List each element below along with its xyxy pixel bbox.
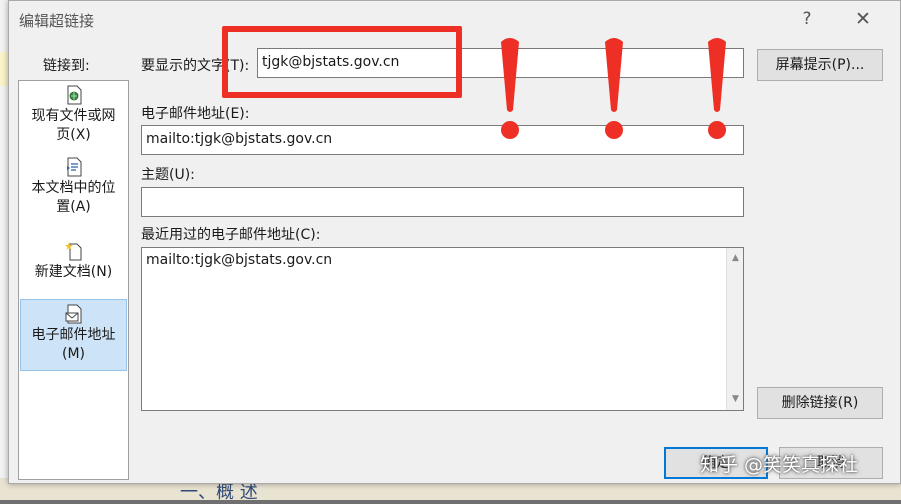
recent-email-label: 最近用过的电子邮件地址(C): [141,227,321,243]
subject-input[interactable] [141,187,744,217]
sidebar-item-existing-file[interactable]: 现有文件或网 页(X) [20,85,127,149]
sidebar-item-label: (M) [61,346,85,362]
scroll-up-icon[interactable]: ▲ [727,250,744,267]
place-in-document-icon [66,157,81,177]
email-address-input[interactable]: mailto:tjgk@bjstats.gov.cn [141,125,744,155]
new-document-icon [64,242,81,261]
sidebar-item-new-document[interactable]: 新建文档(N) [20,241,127,293]
existing-file-icon [67,85,81,105]
watermark: 知乎 @笑笑真探社 [700,454,859,476]
subject-label: 主题(U): [141,167,195,183]
remove-link-button[interactable]: 删除链接(R) [757,387,883,419]
email-address-label: 电子邮件地址(E): [141,106,250,122]
email-address-icon [65,304,81,324]
help-button[interactable]: ? [795,7,819,31]
recent-email-list[interactable]: mailto:tjgk@bjstats.gov.cn ▲ ▼ [141,247,744,411]
sidebar-item-label: 电子邮件地址 [31,327,116,343]
list-item[interactable]: mailto:tjgk@bjstats.gov.cn [146,250,332,270]
sidebar-item-label: 本文档中的位 [31,180,116,196]
sidebar-item-place-in-document[interactable]: 本文档中的位 置(A) [20,157,127,221]
exclamation-mark-icon [605,38,623,139]
recent-list-scrollbar[interactable]: ▲ ▼ [726,248,743,410]
screentip-button[interactable]: 屏幕提示(P)... [757,49,883,81]
sidebar-item-label: 现有文件或网 [31,108,116,124]
sidebar-item-email-address[interactable]: 电子邮件地址 (M) [20,299,127,371]
sidebar-item-label: 置(A) [56,199,91,215]
exclamation-mark-icon [708,38,726,139]
close-button[interactable]: ✕ [851,7,875,31]
sidebar-item-label: 新建文档(N) [34,264,113,280]
scroll-down-icon[interactable]: ▼ [727,391,744,408]
sidebar-item-label: 页(X) [56,127,91,143]
link-to-label: 链接到: [43,58,90,74]
dialog-title: 编辑超链接 [19,12,95,30]
exclamation-mark-icon [501,38,519,139]
link-to-sidebar: 现有文件或网 页(X) 本文档中的位 置(A) 新建文档(N) 电子邮件地址 (… [18,80,129,480]
annotation-highlight-box [222,26,462,98]
